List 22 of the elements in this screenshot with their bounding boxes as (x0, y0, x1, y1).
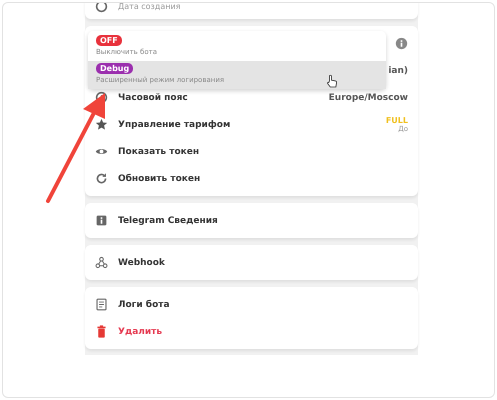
hand-cursor-icon (326, 74, 338, 88)
menu-item[interactable]: Webhook (118, 258, 165, 268)
menu-item[interactable]: Telegram Сведения (118, 216, 218, 226)
info-icon (95, 214, 108, 227)
mode-tag: OFF (96, 35, 122, 46)
refresh-icon (95, 172, 108, 185)
star-icon (95, 118, 108, 131)
row-label[interactable]: Обновить токен (118, 174, 200, 184)
row-label[interactable]: Показать токен (118, 146, 200, 156)
webhook-icon (95, 256, 108, 269)
info-icon[interactable] (395, 37, 408, 50)
row-value: FULL (386, 116, 408, 125)
row-label[interactable]: Управление тарифом (118, 120, 230, 130)
row-caption: Дата создания (118, 3, 180, 10)
document-icon (95, 298, 108, 311)
row-value: Europe/Moscow (328, 92, 408, 102)
menu-item[interactable]: Логи бота (118, 300, 170, 310)
mode-tag: Debug (96, 63, 134, 74)
trash-icon (95, 325, 108, 338)
row-value: ian) (388, 66, 408, 76)
menu-item[interactable]: Удалить (118, 326, 162, 336)
row-label[interactable]: Часовой пояс (118, 92, 188, 102)
